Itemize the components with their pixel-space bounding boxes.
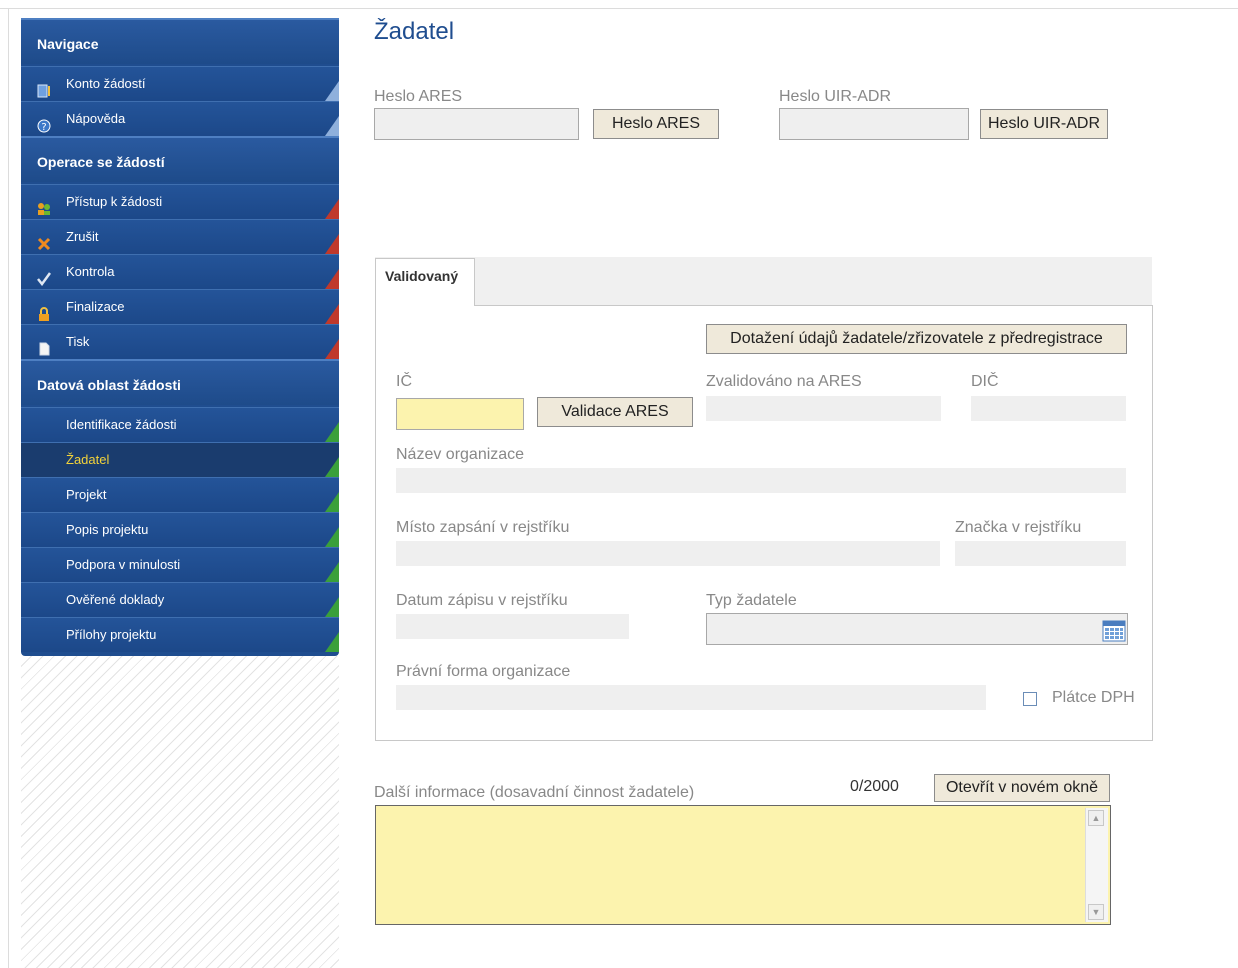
corner-marker — [325, 234, 339, 254]
sidebar-item-projekt[interactable]: Projekt — [21, 477, 339, 512]
sidebar-item-label: Přílohy projektu — [66, 627, 157, 642]
sidebar-item-label: Tisk — [66, 334, 90, 349]
ic-label: IČ — [396, 373, 412, 390]
corner-marker — [325, 304, 339, 324]
datum-field — [396, 614, 629, 639]
sidebar-item-tisk[interactable]: Tisk — [21, 324, 339, 359]
corner-marker — [325, 527, 339, 547]
tab-bar — [375, 257, 1152, 305]
sidebar-background-pattern — [21, 656, 339, 968]
dotazeni-button[interactable]: Dotažení údajů žadatele/zřizovatele z př… — [706, 324, 1127, 354]
sidebar-item-popis[interactable]: Popis projektu — [21, 512, 339, 547]
corner-marker — [325, 199, 339, 219]
left-border — [8, 8, 9, 968]
sidebar-item-label: Zrušit — [66, 229, 99, 244]
help-icon: ? — [37, 112, 51, 133]
typ-select[interactable] — [706, 613, 1128, 645]
character-counter: 0/2000 — [850, 778, 899, 795]
notebook-icon — [37, 77, 51, 98]
sidebar-item-napoveda[interactable]: ? Nápověda — [21, 101, 339, 136]
top-border — [0, 8, 1238, 9]
cross-icon — [37, 230, 51, 251]
sidebar-item-label: Projekt — [66, 487, 107, 502]
sidebar-item-zadatel[interactable]: Žadatel — [21, 442, 339, 477]
zvalidovano-label: Zvalidováno na ARES — [706, 373, 862, 390]
sidebar-item-prilohy[interactable]: Přílohy projektu — [21, 617, 339, 652]
calendar-icon[interactable] — [1102, 620, 1126, 642]
sidebar-item-label: Kontrola — [66, 264, 115, 279]
datum-label: Datum zápisu v rejstříku — [396, 592, 568, 609]
section-datova-oblast: Datová oblast žádosti — [21, 359, 339, 405]
sidebar-item-label: Žadatel — [66, 452, 110, 467]
corner-marker — [325, 269, 339, 289]
zvalidovano-field — [706, 396, 941, 421]
page-title: Žadatel — [374, 18, 455, 45]
ic-input[interactable] — [396, 398, 524, 430]
sidebar-item-zrusit[interactable]: Zrušit — [21, 219, 339, 254]
sidebar-item-label: Popis projektu — [66, 522, 149, 537]
heslo-ares-button[interactable]: Heslo ARES — [593, 109, 719, 139]
scroll-down-icon[interactable]: ▼ — [1088, 904, 1104, 920]
users-icon — [37, 195, 51, 215]
document-icon — [37, 335, 51, 356]
sidebar-item-label: Přístup k žádosti — [66, 194, 163, 209]
znacka-label: Značka v rejstříku — [955, 519, 1082, 536]
sidebar-item-identifikace[interactable]: Identifikace žádosti — [21, 407, 339, 442]
nazev-field — [396, 468, 1126, 493]
heslo-uir-label: Heslo UIR-ADR — [779, 88, 892, 105]
corner-marker — [325, 562, 339, 582]
platce-dph-label: Plátce DPH — [1052, 689, 1135, 706]
sidebar-item-podpora[interactable]: Podpora v minulosti — [21, 547, 339, 582]
typ-label: Typ žadatele — [706, 592, 797, 609]
section-navigace: Navigace — [21, 18, 339, 64]
platce-dph-checkbox[interactable] — [1023, 692, 1037, 706]
corner-marker — [325, 116, 339, 136]
dic-field — [971, 396, 1126, 421]
corner-marker — [325, 81, 339, 101]
scroll-up-icon[interactable]: ▲ — [1088, 810, 1104, 826]
heslo-uir-input[interactable] — [779, 108, 969, 140]
sidebar-item-konto[interactable]: Konto žádostí — [21, 66, 339, 101]
pravni-label: Právní forma organizace — [396, 663, 571, 680]
sidebar-item-label: Nápověda — [66, 111, 126, 126]
dic-label: DIČ — [971, 373, 999, 390]
corner-marker — [325, 422, 339, 442]
corner-marker — [325, 457, 339, 477]
sidebar: Navigace Konto žádostí ? Nápověda Operac… — [21, 18, 339, 656]
heslo-ares-label: Heslo ARES — [374, 88, 463, 105]
sidebar-item-pristup[interactable]: Přístup k žádosti — [21, 184, 339, 219]
misto-label: Místo zapsání v rejstříku — [396, 519, 570, 536]
textarea-scrollbar[interactable]: ▲ ▼ — [1085, 808, 1108, 922]
corner-marker — [325, 632, 339, 652]
lock-icon — [37, 300, 51, 321]
heslo-ares-input[interactable] — [374, 108, 579, 140]
svg-text:?: ? — [41, 122, 46, 133]
corner-marker — [325, 339, 339, 359]
sidebar-item-label: Ověřené doklady — [66, 592, 165, 607]
corner-marker — [325, 492, 339, 512]
sidebar-item-doklady[interactable]: Ověřené doklady — [21, 582, 339, 617]
misto-field — [396, 541, 940, 566]
dalsi-informace-textarea[interactable]: ▲ ▼ — [375, 805, 1111, 925]
corner-marker — [325, 597, 339, 617]
znacka-field — [955, 541, 1126, 566]
heslo-uir-button[interactable]: Heslo UIR-ADR — [980, 109, 1108, 139]
sidebar-item-label: Konto žádostí — [66, 76, 146, 91]
sidebar-item-label: Podpora v minulosti — [66, 557, 181, 572]
dalsi-informace-label: Další informace (dosavadní činnost žadat… — [374, 784, 695, 801]
sidebar-item-finalizace[interactable]: Finalizace — [21, 289, 339, 324]
nazev-label: Název organizace — [396, 446, 525, 463]
check-icon — [37, 265, 52, 287]
sidebar-item-label: Finalizace — [66, 299, 125, 314]
tab-validovany[interactable]: Validovaný — [375, 258, 475, 306]
validace-ares-button[interactable]: Validace ARES — [537, 397, 693, 427]
sidebar-item-kontrola[interactable]: Kontrola — [21, 254, 339, 289]
sidebar-item-label: Identifikace žádosti — [66, 417, 177, 432]
open-new-window-button[interactable]: Otevřít v novém okně — [934, 774, 1110, 802]
section-operace: Operace se žádostí — [21, 136, 339, 182]
pravni-field — [396, 685, 986, 710]
